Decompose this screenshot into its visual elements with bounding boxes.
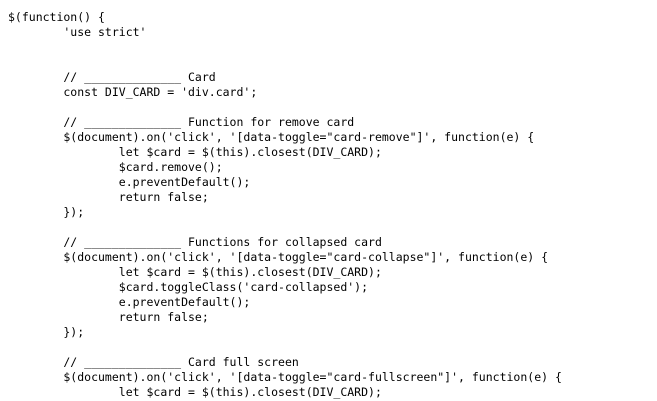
code-line-18: let $card = $(this).closest(DIV_CARD); [8, 265, 382, 279]
code-line-19: $card.toggleClass('card-collapsed'); [8, 280, 369, 294]
code-line-14: }); [8, 205, 85, 219]
code-line-25: $(document).on('click', '[data-toggle="c… [8, 370, 562, 384]
code-line-16: // ______________ Functions for collapse… [8, 235, 382, 249]
code-line-8: // ______________ Function for remove ca… [8, 115, 355, 129]
code-line-12: e.preventDefault(); [8, 175, 251, 189]
code-editor[interactable]: $(function() { 'use strict' // _________… [0, 0, 657, 401]
code-lines: $(function() { 'use strict' // _________… [8, 10, 562, 400]
code-line-9: $(document).on('click', '[data-toggle="c… [8, 130, 535, 144]
code-line-13: return false; [8, 190, 209, 204]
code-line-26: let $card = $(this).closest(DIV_CARD); [8, 385, 382, 399]
code-line-10: let $card = $(this).closest(DIV_CARD); [8, 145, 382, 159]
code-line-2: 'use strict' [8, 25, 147, 39]
code-line-20: e.preventDefault(); [8, 295, 251, 309]
code-line-5: // ______________ Card [8, 70, 216, 84]
code-line-6: const DIV_CARD = 'div.card'; [8, 85, 258, 99]
code-line-21: return false; [8, 310, 209, 324]
code-line-1: $(function() { [8, 10, 105, 24]
code-line-24: // ______________ Card full screen [8, 355, 299, 369]
code-line-11: $card.remove(); [8, 160, 223, 174]
code-line-22: }); [8, 325, 85, 339]
code-line-17: $(document).on('click', '[data-toggle="c… [8, 250, 549, 264]
